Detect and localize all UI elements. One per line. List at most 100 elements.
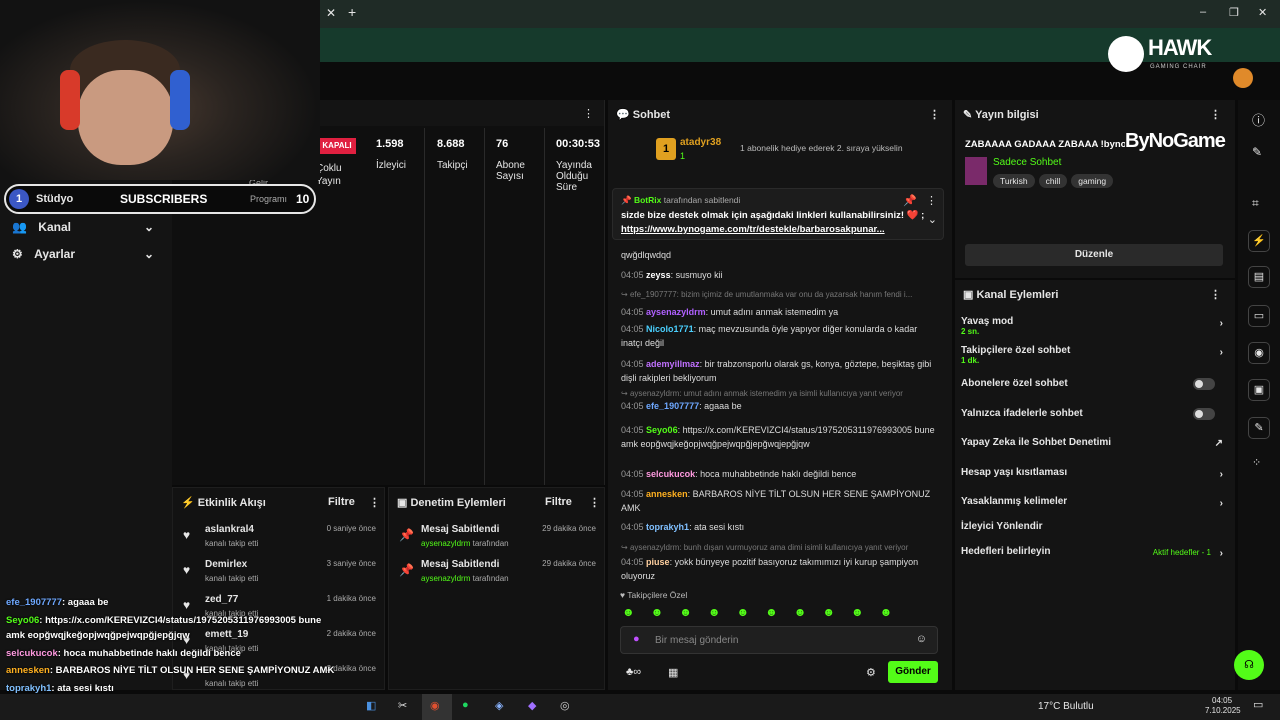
message-time: 04:05 <box>621 522 644 532</box>
toggle-switch[interactable] <box>1193 378 1215 390</box>
message-user[interactable]: annesken <box>646 489 688 499</box>
message-user[interactable]: efe_1907777 <box>646 401 699 411</box>
avatar[interactable] <box>1233 68 1253 88</box>
more-icon[interactable]: ⋮ <box>926 194 937 207</box>
activity-time: 0 saniye önce <box>326 524 376 533</box>
message-user[interactable]: Nicolo1771 <box>646 324 694 334</box>
channel-action-item[interactable]: Yavaş mod 2 sn. › <box>961 316 1223 342</box>
emoji-icon[interactable]: ☺ <box>916 633 927 645</box>
clock-time[interactable]: 04:05 <box>1212 696 1232 705</box>
tag[interactable]: chill <box>1038 174 1068 188</box>
chevron-right-icon: › <box>1219 548 1223 559</box>
restore-button[interactable]: ❐ <box>1229 6 1239 19</box>
clock-date[interactable]: 7.10.2025 <box>1205 706 1241 715</box>
document-icon[interactable]: ▤ <box>1248 266 1270 288</box>
multi-stream-label: Çoklu Yayın <box>316 163 342 187</box>
close-tab-icon[interactable]: ✕ <box>326 6 336 20</box>
chevron-down-icon[interactable]: ⌄ <box>928 213 937 226</box>
bolt-icon[interactable]: ⚡ <box>1248 230 1270 252</box>
store-icon[interactable]: ▦ <box>668 666 678 679</box>
channel-action-item[interactable]: İzleyici Yönlendir <box>961 521 1223 547</box>
notification-icon[interactable]: ▭ <box>1253 698 1263 711</box>
pencil-icon[interactable]: ✎ <box>1252 145 1262 159</box>
stat-subscribers: 76 Abone Sayısı <box>496 138 525 182</box>
close-window-button[interactable]: ✕ <box>1258 6 1267 19</box>
gift-count: 1 <box>680 151 686 161</box>
help-icon[interactable]: ☊ <box>1234 650 1264 680</box>
sidebar-item-label: Kanal <box>38 220 71 234</box>
gift-icon[interactable]: ▣ <box>1248 379 1270 401</box>
unpin-icon[interactable]: 📌 <box>903 194 917 207</box>
send-button[interactable]: Gönder <box>888 661 938 683</box>
activity-text: kanalı takip etti <box>205 574 259 583</box>
message-user[interactable]: toprakyh1 <box>646 522 689 532</box>
pin-icon: 📌 <box>399 528 414 542</box>
activity-user[interactable]: aslankral4 <box>205 524 254 535</box>
sidebar-item-ayarlar[interactable]: ⚙ Ayarlar ⌄ <box>12 247 154 261</box>
edit-button[interactable]: Düzenle <box>965 244 1223 266</box>
activity-text: kanalı takip etti <box>205 539 259 548</box>
channel-action-item[interactable]: Yalnızca ifadelerle sohbet <box>961 408 1223 434</box>
hawk-logo-icon <box>1108 36 1144 72</box>
activity-filter-button[interactable]: Filtre <box>328 496 355 508</box>
app-icon[interactable]: ◎ <box>560 699 570 712</box>
more-icon[interactable]: ⋮ <box>1210 288 1221 301</box>
category-link[interactable]: Sadece Sohbet <box>993 157 1061 168</box>
sidebar-item-label: Ayarlar <box>34 247 76 261</box>
app-icon[interactable]: ◆ <box>528 699 536 712</box>
sidebar-item-kanal[interactable]: 👥 Kanal ⌄ <box>12 220 154 234</box>
outlook-icon[interactable]: ◧ <box>366 699 376 712</box>
weather-text[interactable]: 17°C Bulutlu <box>1038 701 1094 712</box>
broadcast-icon[interactable]: ◉ <box>1248 342 1270 364</box>
overlay-chat-line: Seyo06: https://x.com/KEREVIZCI4/status/… <box>6 615 322 626</box>
tag[interactable]: gaming <box>1071 174 1114 188</box>
overlay-chat-line: annesken: BARBAROS NİYE TİLT OLSUN HER S… <box>6 665 335 676</box>
activity-user[interactable]: Demirlex <box>205 559 247 570</box>
app-icon[interactable]: ◈ <box>495 699 503 712</box>
moderation-title: Denetim Eylemleri <box>410 497 506 509</box>
toggle-switch[interactable] <box>1193 408 1215 420</box>
channel-action-item[interactable]: Hesap yaşı kısıtlaması › <box>961 467 1223 493</box>
points-icon[interactable]: ♣∞ <box>626 666 641 678</box>
more-icon[interactable]: ⋮ <box>589 496 600 509</box>
message-user[interactable]: ademyillmaz <box>646 359 700 369</box>
more-icon[interactable]: ⋮ <box>583 107 594 120</box>
program-partial: Programı <box>250 194 288 204</box>
channel-action-item[interactable]: Hedefleri belirleyin › Aktif hedefler - 1 <box>961 546 1223 572</box>
chat-input[interactable]: ● Bir mesaj gönderin ☺ <box>620 626 938 654</box>
gear-icon[interactable]: ⚙ <box>866 666 876 679</box>
wrench-icon[interactable]: ✎ <box>1248 417 1270 439</box>
crop-icon[interactable]: ⌗ <box>1252 196 1259 211</box>
apps-icon[interactable]: ⁘ <box>1252 456 1261 469</box>
spotify-icon[interactable]: ● <box>462 699 469 711</box>
message-user[interactable]: zeyss <box>646 270 671 280</box>
chevron-down-icon: ⌄ <box>144 220 155 234</box>
pinned-link[interactable]: https://www.bynogame.com/tr/destekle/bar… <box>621 224 885 235</box>
message-user[interactable]: Seyo06 <box>646 425 678 435</box>
new-tab-button[interactable]: + <box>348 4 356 20</box>
tag[interactable]: Turkish <box>993 174 1035 188</box>
channel-action-item[interactable]: Yasaklanmış kelimeler › <box>961 496 1223 522</box>
message-user[interactable]: piuse <box>646 557 670 567</box>
channel-action-item[interactable]: Yapay Zeka ile Sohbet Denetimi ↗ <box>961 437 1223 463</box>
activity-user[interactable]: zed_77 <box>205 594 238 605</box>
message-time: 04:05 <box>621 401 644 411</box>
chrome-icon[interactable]: ◉ <box>422 694 452 720</box>
more-icon[interactable]: ⋮ <box>929 108 940 121</box>
info-icon[interactable]: ⓘ <box>1252 110 1265 129</box>
chat-message: 04:05 Nicolo1771: maç mevzusunda öyle ya… <box>621 322 941 350</box>
chat-icon[interactable]: ▭ <box>1248 305 1270 327</box>
snip-icon[interactable]: ✂ <box>398 699 407 712</box>
moderation-filter-button[interactable]: Filtre <box>545 496 572 508</box>
channel-action-item[interactable]: Abonelere özel sohbet <box>961 378 1223 404</box>
more-icon[interactable]: ⋮ <box>1210 108 1221 121</box>
more-icon[interactable]: ⋮ <box>369 496 380 509</box>
message-user[interactable]: aysenazyldrm <box>646 307 706 317</box>
channel-action-item[interactable]: Takipçilere özel sohbet 1 dk. › <box>961 345 1223 371</box>
message-user[interactable]: selcukucok <box>646 469 695 479</box>
count-badge: 1 <box>9 189 29 209</box>
emote-icon[interactable]: ☻☻☻☻☻☻☻☻☻☻ <box>622 605 908 619</box>
activity-user[interactable]: emett_19 <box>205 629 248 640</box>
message-time: 04:05 <box>621 557 644 567</box>
minimize-button[interactable]: – <box>1200 6 1206 18</box>
